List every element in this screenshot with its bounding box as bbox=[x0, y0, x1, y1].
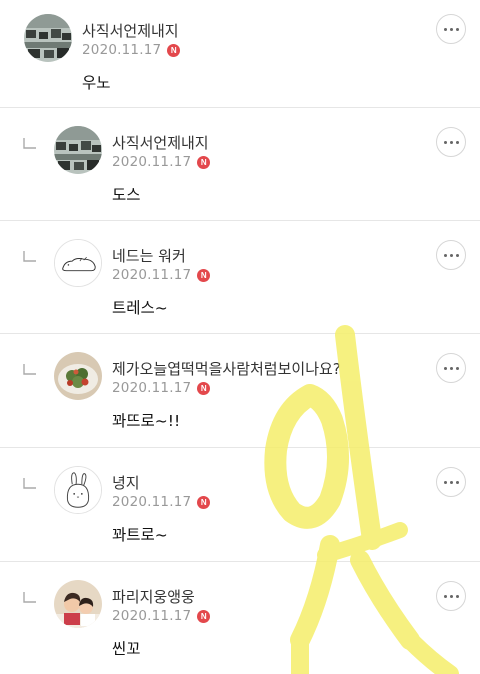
more-icon bbox=[443, 366, 459, 370]
lying-figure-icon bbox=[55, 240, 101, 286]
reply-arrow-icon bbox=[22, 249, 38, 265]
reply-item: 네드는 워커 2020.11.17 N 트레스~ bbox=[0, 221, 480, 334]
comment-meta: 2020.11.17 N bbox=[112, 608, 211, 624]
bunny-drawing-icon bbox=[55, 467, 101, 513]
new-badge: N bbox=[197, 495, 211, 509]
author-name[interactable]: 사직서언제내지 bbox=[82, 20, 179, 41]
comment-meta: 2020.11.17 N bbox=[112, 380, 211, 396]
office-photo-icon bbox=[24, 14, 72, 62]
new-badge: N bbox=[197, 268, 211, 282]
avatar[interactable] bbox=[54, 466, 102, 514]
author-name[interactable]: 네드는 워커 bbox=[112, 245, 186, 266]
comment-meta: 2020.11.17 N bbox=[112, 494, 211, 510]
comment-text: 꽈트로~ bbox=[112, 526, 168, 544]
avatar[interactable] bbox=[54, 580, 102, 628]
comment-meta: 2020.11.17 N bbox=[112, 154, 211, 170]
reply-item: 사직서언제내지 2020.11.17 N 도스 bbox=[0, 108, 480, 221]
comment-text: 우노 bbox=[82, 74, 111, 92]
avatar[interactable] bbox=[54, 239, 102, 287]
more-options-button[interactable] bbox=[436, 467, 466, 497]
comment-date: 2020.11.17 bbox=[112, 608, 192, 624]
new-badge: N bbox=[197, 381, 211, 395]
more-icon bbox=[443, 140, 459, 144]
comment-text: 도스 bbox=[112, 186, 141, 204]
more-icon bbox=[443, 253, 459, 257]
reply-item: 파리지웅앵웅 2020.11.17 N 씬꼬 bbox=[0, 562, 480, 674]
comment-text: 씬꼬 bbox=[112, 640, 141, 658]
more-options-button[interactable] bbox=[436, 14, 466, 44]
more-icon bbox=[443, 27, 459, 31]
comment-date: 2020.11.17 bbox=[112, 267, 192, 283]
more-options-button[interactable] bbox=[436, 581, 466, 611]
comment-date: 2020.11.17 bbox=[112, 154, 192, 170]
reply-arrow-icon bbox=[22, 136, 38, 152]
reply-arrow-icon bbox=[22, 362, 38, 378]
comment-meta: 2020.11.17 N bbox=[82, 42, 181, 58]
new-badge: N bbox=[167, 43, 181, 57]
more-options-button[interactable] bbox=[436, 240, 466, 270]
new-badge: N bbox=[197, 155, 211, 169]
avatar[interactable] bbox=[54, 352, 102, 400]
author-name[interactable]: 파리지웅앵웅 bbox=[112, 586, 195, 607]
office-photo-icon bbox=[54, 126, 102, 174]
comment-date: 2020.11.17 bbox=[112, 380, 192, 396]
comment-date: 2020.11.17 bbox=[112, 494, 192, 510]
author-name[interactable]: 녕지 bbox=[112, 472, 140, 493]
salad-photo-icon bbox=[54, 352, 102, 400]
comment-text: 꽈뜨로~!! bbox=[112, 412, 181, 430]
more-options-button[interactable] bbox=[436, 127, 466, 157]
reply-item: 제가오늘엽떡먹을사람처럼보이나요? 2020.11.17 N 꽈뜨로~!! bbox=[0, 334, 480, 448]
comment-text: 트레스~ bbox=[112, 299, 168, 317]
more-options-button[interactable] bbox=[436, 353, 466, 383]
reply-item: 녕지 2020.11.17 N 꽈트로~ bbox=[0, 448, 480, 562]
author-name[interactable]: 사직서언제내지 bbox=[112, 132, 209, 153]
reply-arrow-icon bbox=[22, 590, 38, 606]
reply-arrow-icon bbox=[22, 476, 38, 492]
comment-date: 2020.11.17 bbox=[82, 42, 162, 58]
avatar[interactable] bbox=[54, 126, 102, 174]
more-icon bbox=[443, 480, 459, 484]
new-badge: N bbox=[197, 609, 211, 623]
people-photo-icon bbox=[54, 580, 102, 628]
comment-meta: 2020.11.17 N bbox=[112, 267, 211, 283]
avatar[interactable] bbox=[24, 14, 72, 62]
comment-item: 사직서언제내지 2020.11.17 N 우노 bbox=[0, 0, 480, 108]
more-icon bbox=[443, 594, 459, 598]
author-name[interactable]: 제가오늘엽떡먹을사람처럼보이나요? bbox=[112, 358, 341, 379]
